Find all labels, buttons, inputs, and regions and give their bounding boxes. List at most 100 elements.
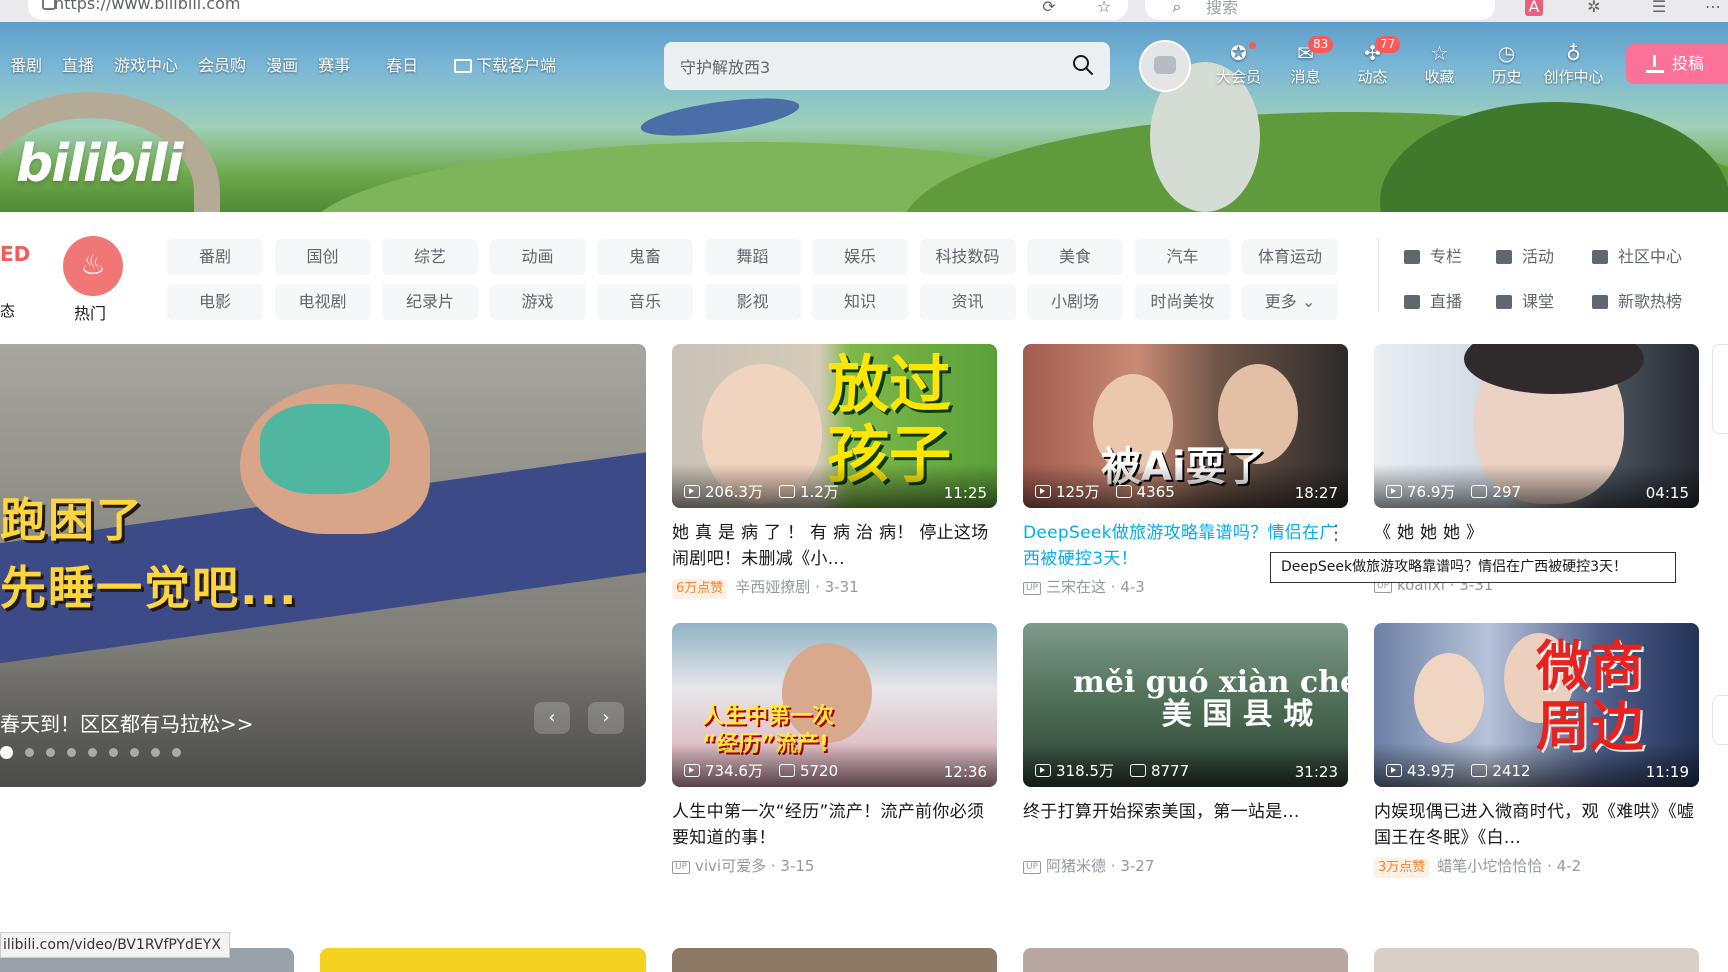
carousel-next-button[interactable]: › (588, 702, 624, 734)
carousel-dot[interactable] (25, 748, 34, 757)
bilibili-logo[interactable]: bilibili (16, 134, 183, 194)
category-item[interactable]: 科技数码 (919, 239, 1016, 275)
video-thumbnail[interactable]: 放过 孩子 206.3万 1.2万 11:25 (672, 344, 997, 508)
category-item[interactable]: 舞蹈 (704, 239, 801, 275)
nav-esports[interactable]: 赛事 (318, 52, 350, 76)
side-link-community[interactable]: 社区中心 (1592, 239, 1712, 275)
video-thumbnail[interactable]: 76.9万 297 04:15 (1374, 344, 1699, 508)
message-entry[interactable]: ✉ 83 消息 (1272, 36, 1339, 87)
side-link-classroom[interactable]: 课堂 (1496, 284, 1592, 320)
hot-icon[interactable] (63, 236, 123, 296)
side-feed-button[interactable] (1712, 344, 1728, 434)
carousel-dot[interactable] (67, 748, 76, 757)
avatar[interactable] (1139, 40, 1191, 92)
category-item[interactable]: 时尚美妆 (1134, 284, 1231, 320)
dynamic-channel-label[interactable]: 态 (0, 300, 15, 321)
video-card[interactable]: 微商 周边 43.9万 2412 11:19 内娱现偶已进入微商时代，观《难哄》《… (1374, 623, 1699, 878)
side-link-column[interactable]: 专栏 (1404, 239, 1496, 275)
nav-live[interactable]: 直播 (62, 52, 94, 76)
nav-spring[interactable]: 春日 (386, 52, 418, 76)
next-row-card[interactable] (1374, 948, 1699, 972)
nav-bangumi[interactable]: 番剧 (10, 52, 42, 76)
url-text[interactable]: https://www.bilibili.com (54, 0, 240, 13)
carousel-dot[interactable] (46, 748, 55, 757)
category-item[interactable]: 番剧 (167, 239, 263, 275)
hero-title[interactable]: 春天到！区区都有马拉松>> (0, 708, 254, 737)
side-link-live[interactable]: 直播 (1404, 284, 1496, 320)
carousel-prev-button[interactable]: ‹ (534, 702, 570, 734)
category-item[interactable]: 电影 (167, 284, 263, 320)
more-categories-button[interactable]: 更多 ⌄ (1242, 284, 1338, 320)
category-item[interactable]: 美食 (1027, 239, 1123, 275)
category-item[interactable]: 国创 (274, 239, 371, 275)
favorites-entry[interactable]: ☆ 收藏 (1406, 36, 1473, 87)
category-item[interactable]: 游戏 (489, 284, 586, 320)
search-input[interactable] (672, 48, 1042, 84)
live-icon (1404, 295, 1420, 309)
video-thumbnail[interactable]: 被Ai耍了 125万4365 18:27 (1023, 344, 1348, 508)
side-link-activity[interactable]: 活动 (1496, 239, 1592, 275)
carousel-dot[interactable] (88, 748, 97, 757)
category-item[interactable]: 汽车 (1134, 239, 1231, 275)
dynamic-channel-icon[interactable]: ED (0, 242, 30, 266)
video-author[interactable]: 辛西娅撩剧 (735, 578, 810, 596)
category-item[interactable]: 影视 (704, 284, 801, 320)
category-item[interactable]: 鬼畜 (597, 239, 693, 275)
next-row-card[interactable] (672, 948, 997, 972)
category-item[interactable]: 娱乐 (812, 239, 908, 275)
category-item[interactable]: 资讯 (919, 284, 1016, 320)
vip-entry[interactable]: ✪ 大会员 (1205, 36, 1272, 87)
video-title[interactable]: 她 真 是 病 了 ！ 有 病 治 病！ 停止这场闹剧吧！未删减《小... (672, 520, 997, 572)
history-entry[interactable]: ◷ 历史 (1473, 36, 1540, 87)
extension-icon[interactable]: A (1525, 0, 1543, 16)
hero-carousel[interactable]: 跑困了 先睡一觉吧... 春天到！区区都有马拉松>> ‹ › (0, 344, 646, 787)
video-thumbnail[interactable]: 人生中第一次 “经历”流产! 734.6万5720 12:36 (672, 623, 997, 787)
next-row-card[interactable] (1023, 948, 1348, 972)
nav-mall[interactable]: 会员购 (198, 52, 246, 76)
nav-manga[interactable]: 漫画 (266, 52, 298, 76)
translate-icon[interactable]: ⟳ (1040, 0, 1058, 16)
upload-button[interactable]: 投稿 (1626, 44, 1728, 84)
category-item[interactable]: 知识 (812, 284, 908, 320)
creator-center-entry[interactable]: ♁ 创作中心 (1540, 36, 1607, 87)
category-item[interactable]: 动画 (489, 239, 586, 275)
browser-search-box[interactable] (1145, 0, 1495, 20)
category-item[interactable]: 纪录片 (382, 284, 478, 320)
next-row-card[interactable] (320, 948, 646, 972)
video-title[interactable]: 人生中第一次“经历”流产！流产前你必须要知道的事！ (672, 799, 997, 851)
carousel-dot[interactable] (130, 748, 139, 757)
carousel-dot[interactable] (151, 748, 160, 757)
carousel-dot[interactable] (109, 748, 118, 757)
video-card[interactable]: měi guó xiàn chéng 美 国 县 城 318.5万 8777 31… (1023, 623, 1348, 876)
video-thumbnail[interactable]: měi guó xiàn chéng 美 国 县 城 318.5万 8777 31… (1023, 623, 1348, 787)
carousel-dot[interactable] (0, 746, 13, 759)
category-item[interactable]: 小剧场 (1027, 284, 1123, 320)
video-title[interactable]: 终于打算开始探索美国，第一站是... (1023, 799, 1348, 851)
video-author[interactable]: 阿猪米德 (1046, 857, 1106, 875)
video-thumbnail[interactable]: 微商 周边 43.9万 2412 11:19 (1374, 623, 1699, 787)
category-item[interactable]: 音乐 (597, 284, 693, 320)
video-author[interactable]: 三宋在这 (1046, 578, 1106, 596)
carousel-dot[interactable] (172, 748, 181, 757)
bulb-icon: ♁ (1566, 41, 1581, 65)
hot-label[interactable]: 热门 (74, 300, 106, 324)
dynamic-entry[interactable]: ✣ 77 动态 (1339, 36, 1406, 87)
video-card[interactable]: 放过 孩子 206.3万 1.2万 11:25 她 真 是 病 了 ！ 有 病 治… (672, 344, 997, 599)
bookmark-star-icon[interactable]: ☆ (1095, 0, 1113, 16)
video-author[interactable]: vivi可爱多 (695, 857, 766, 875)
nav-download-client[interactable]: 下载客户端 (454, 52, 556, 76)
category-item[interactable]: 综艺 (382, 239, 478, 275)
side-link-music-chart[interactable]: 新歌热榜 (1592, 284, 1712, 320)
favorites-icon[interactable]: ☰ (1650, 0, 1668, 16)
category-item[interactable]: 电视剧 (274, 284, 371, 320)
more-icon[interactable]: ⋯ (1704, 0, 1722, 16)
video-title[interactable]: 内娱现偶已进入微商时代，观《难哄》《嘘国王在冬眠》《白... (1374, 799, 1699, 851)
more-options-icon[interactable]: ⋮ (1326, 520, 1346, 544)
video-author[interactable]: 蜡笔小坨恰恰恰 (1437, 857, 1542, 875)
search-icon[interactable] (1072, 54, 1094, 76)
nav-game-center[interactable]: 游戏中心 (114, 52, 178, 76)
category-item[interactable]: 体育运动 (1242, 239, 1338, 275)
side-feed-button[interactable] (1712, 695, 1728, 745)
video-card[interactable]: 人生中第一次 “经历”流产! 734.6万5720 12:36 人生中第一次“经… (672, 623, 997, 876)
puzzle-icon[interactable]: ✲ (1585, 0, 1603, 16)
